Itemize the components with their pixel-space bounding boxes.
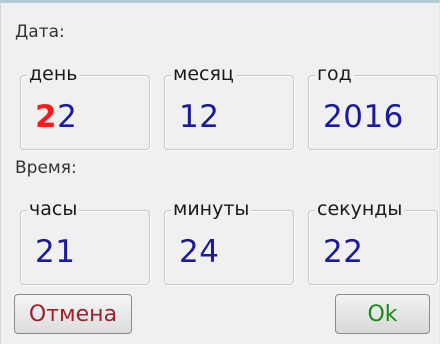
hours-field-title: часы [27,198,80,220]
hours-value[interactable]: 21 [35,233,75,271]
time-section-label: Время: [15,158,77,178]
day-active-digit: 2 [35,99,58,135]
ok-button[interactable]: Ok [335,294,430,334]
year-field[interactable]: год 2016 [308,63,438,150]
day-field-title: день [27,63,80,85]
seconds-field[interactable]: секунды 22 [308,198,438,285]
datetime-dialog: Дата: день 22 месяц 12 год 2016 Время: ч… [0,0,440,344]
day-field[interactable]: день 22 [20,63,150,150]
day-value-rest: 2 [57,99,78,135]
seconds-field-title: секунды [315,198,405,220]
cancel-button[interactable]: Отмена [14,294,132,334]
date-section-label: Дата: [15,22,65,42]
year-field-title: год [315,63,354,85]
month-field[interactable]: месяц 12 [164,63,294,150]
day-value[interactable]: 22 [35,98,77,136]
minutes-field[interactable]: минуты 24 [164,198,294,285]
month-field-title: месяц [171,63,236,85]
minutes-field-title: минуты [171,198,252,220]
month-value[interactable]: 12 [179,98,219,136]
year-value[interactable]: 2016 [323,98,404,136]
minutes-value[interactable]: 24 [179,233,219,271]
hours-field[interactable]: часы 21 [20,198,150,285]
seconds-value[interactable]: 22 [323,233,363,271]
